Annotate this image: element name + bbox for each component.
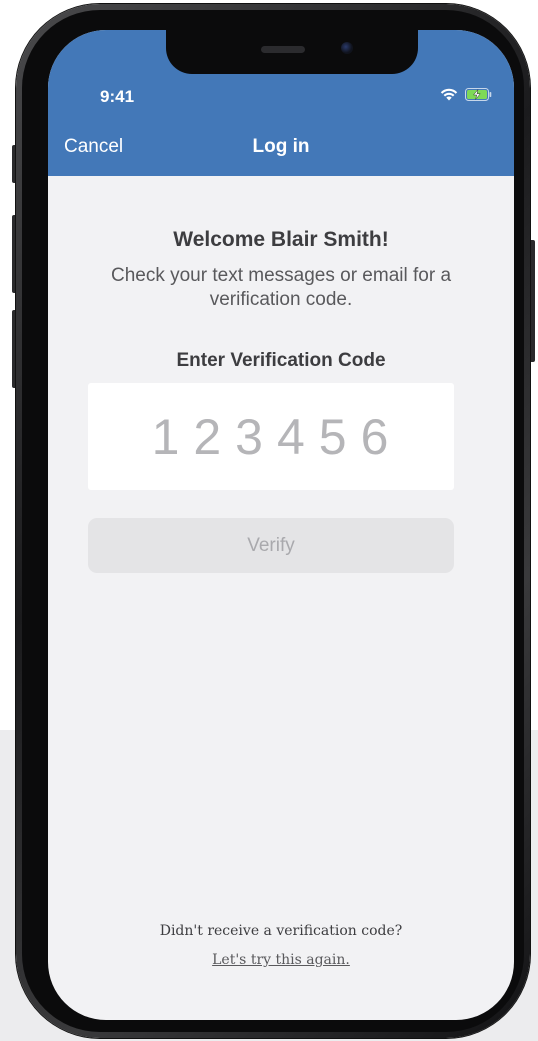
retry-link-container: Let's try this again. — [48, 952, 514, 968]
phone-notch — [166, 30, 418, 74]
status-time: 9:41 — [100, 87, 135, 106]
page-stage: 9:41 Cancel Log in Welcome Blair Smith! … — [0, 0, 538, 1041]
battery-charging-icon — [465, 88, 492, 106]
welcome-heading: Welcome Blair Smith! — [173, 228, 389, 251]
status-icons — [440, 88, 492, 106]
nav-bar: Cancel Log in — [48, 128, 514, 172]
front-camera — [341, 42, 353, 54]
verify-button[interactable]: Verify — [88, 518, 454, 573]
phone-screen: 9:41 Cancel Log in Welcome Blair Smith! … — [48, 30, 514, 1020]
page-title: Log in — [252, 136, 310, 157]
phone-frame: 9:41 Cancel Log in Welcome Blair Smith! … — [16, 4, 530, 1038]
instructions-text: Check your text messages or email for a … — [110, 265, 452, 310]
resend-question: Didn't receive a verification code? — [159, 923, 403, 939]
code-label: Enter Verification Code — [176, 350, 386, 371]
speaker-grille — [261, 46, 305, 53]
status-bar: 9:41 — [48, 82, 514, 112]
wifi-icon — [440, 88, 458, 106]
verification-code-input[interactable] — [88, 383, 454, 490]
retry-link[interactable]: Let's try this again. — [212, 952, 350, 968]
